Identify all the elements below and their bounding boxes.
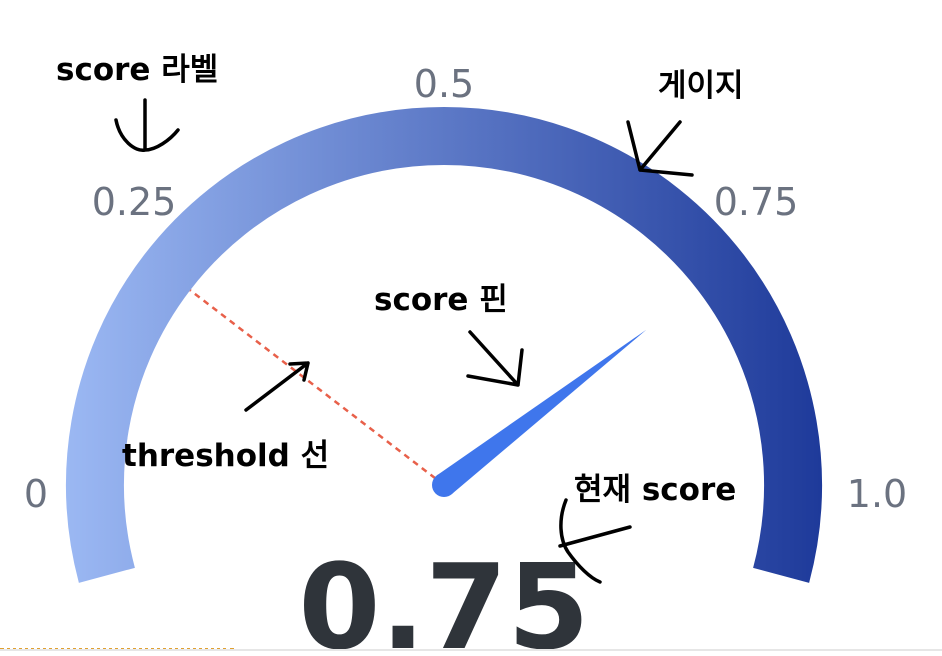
annotation-current-score: 현재 score	[574, 472, 736, 508]
annotation-arrow-gauge	[626, 120, 694, 177]
annotation-gauge: 게이지	[658, 68, 744, 104]
annotation-score-pin: score 핀	[374, 282, 508, 318]
current-score-value: 0.75	[298, 538, 589, 656]
annotation-threshold-line: threshold 선	[122, 438, 329, 474]
annotation-score-labels: score 라벨	[56, 52, 218, 88]
tick-label-0-75: 0.75	[714, 180, 799, 224]
gauge-arc	[66, 107, 822, 583]
footer-divider	[0, 649, 942, 651]
tick-label-0-25: 0.25	[92, 180, 177, 224]
annotation-arrow-score-labels	[114, 98, 180, 152]
needle-base	[432, 473, 456, 497]
tick-label-0-5: 0.5	[414, 62, 474, 106]
score-gauge: 0 0.25 0.5 0.75 1.0 0.75 score 라벨 게이지 sc…	[24, 52, 907, 656]
annotation-arrow-threshold-line	[244, 361, 310, 412]
tick-label-1-0: 1.0	[847, 472, 907, 516]
score-needle	[436, 329, 647, 495]
annotation-arrow-score-pin	[466, 330, 524, 387]
tick-label-0: 0	[24, 472, 48, 516]
